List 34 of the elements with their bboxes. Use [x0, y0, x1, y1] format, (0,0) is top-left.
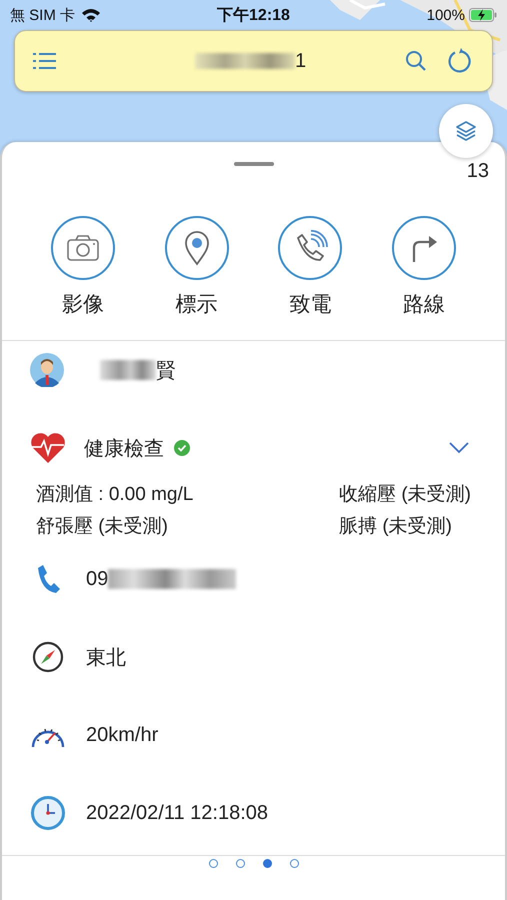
chevron-down-icon[interactable] [449, 442, 469, 454]
page-dot[interactable] [262, 859, 272, 868]
clock-icon [30, 796, 66, 830]
page-dot[interactable] [236, 859, 244, 868]
compass-icon [30, 641, 66, 673]
info-text: 2022/02/11 12:18:08 [86, 802, 268, 824]
avatar-icon [30, 353, 64, 387]
battery-charging-icon [468, 8, 497, 22]
location-pin-icon [184, 230, 210, 266]
info-text: 20km/hr [86, 724, 158, 746]
carrier-label: 無 SIM 卡 [10, 6, 76, 24]
wifi-icon [81, 8, 102, 22]
heartbeat-icon [30, 432, 66, 464]
vehicle-title: 1 [294, 50, 306, 72]
info-text: 東北 [86, 646, 126, 670]
driver-name: 賢 [156, 358, 176, 384]
refresh-icon[interactable] [446, 48, 472, 74]
health-metric: 酒測值 : 0.00 mg/L [36, 483, 194, 507]
health-metric: 收縮壓 (未受測) [339, 483, 471, 507]
camera-icon [66, 234, 100, 262]
search-icon[interactable] [404, 49, 428, 73]
menu-icon[interactable] [33, 52, 57, 70]
health-metric: 舒張壓 (未受測) [36, 515, 169, 539]
redacted-blur [100, 360, 156, 380]
clock-time: 下午12:18 [217, 6, 290, 26]
count-label: 13 [466, 160, 489, 183]
layers-icon [454, 119, 478, 143]
page-dot[interactable] [208, 859, 218, 868]
health-metric: 脈搏 (未受測) [339, 515, 453, 539]
drag-handle[interactable] [234, 162, 274, 166]
page-dot[interactable] [290, 859, 298, 868]
info-text: 09 [86, 568, 108, 590]
turn-right-icon [410, 233, 438, 263]
health-check-title: 健康檢查 [84, 436, 164, 462]
